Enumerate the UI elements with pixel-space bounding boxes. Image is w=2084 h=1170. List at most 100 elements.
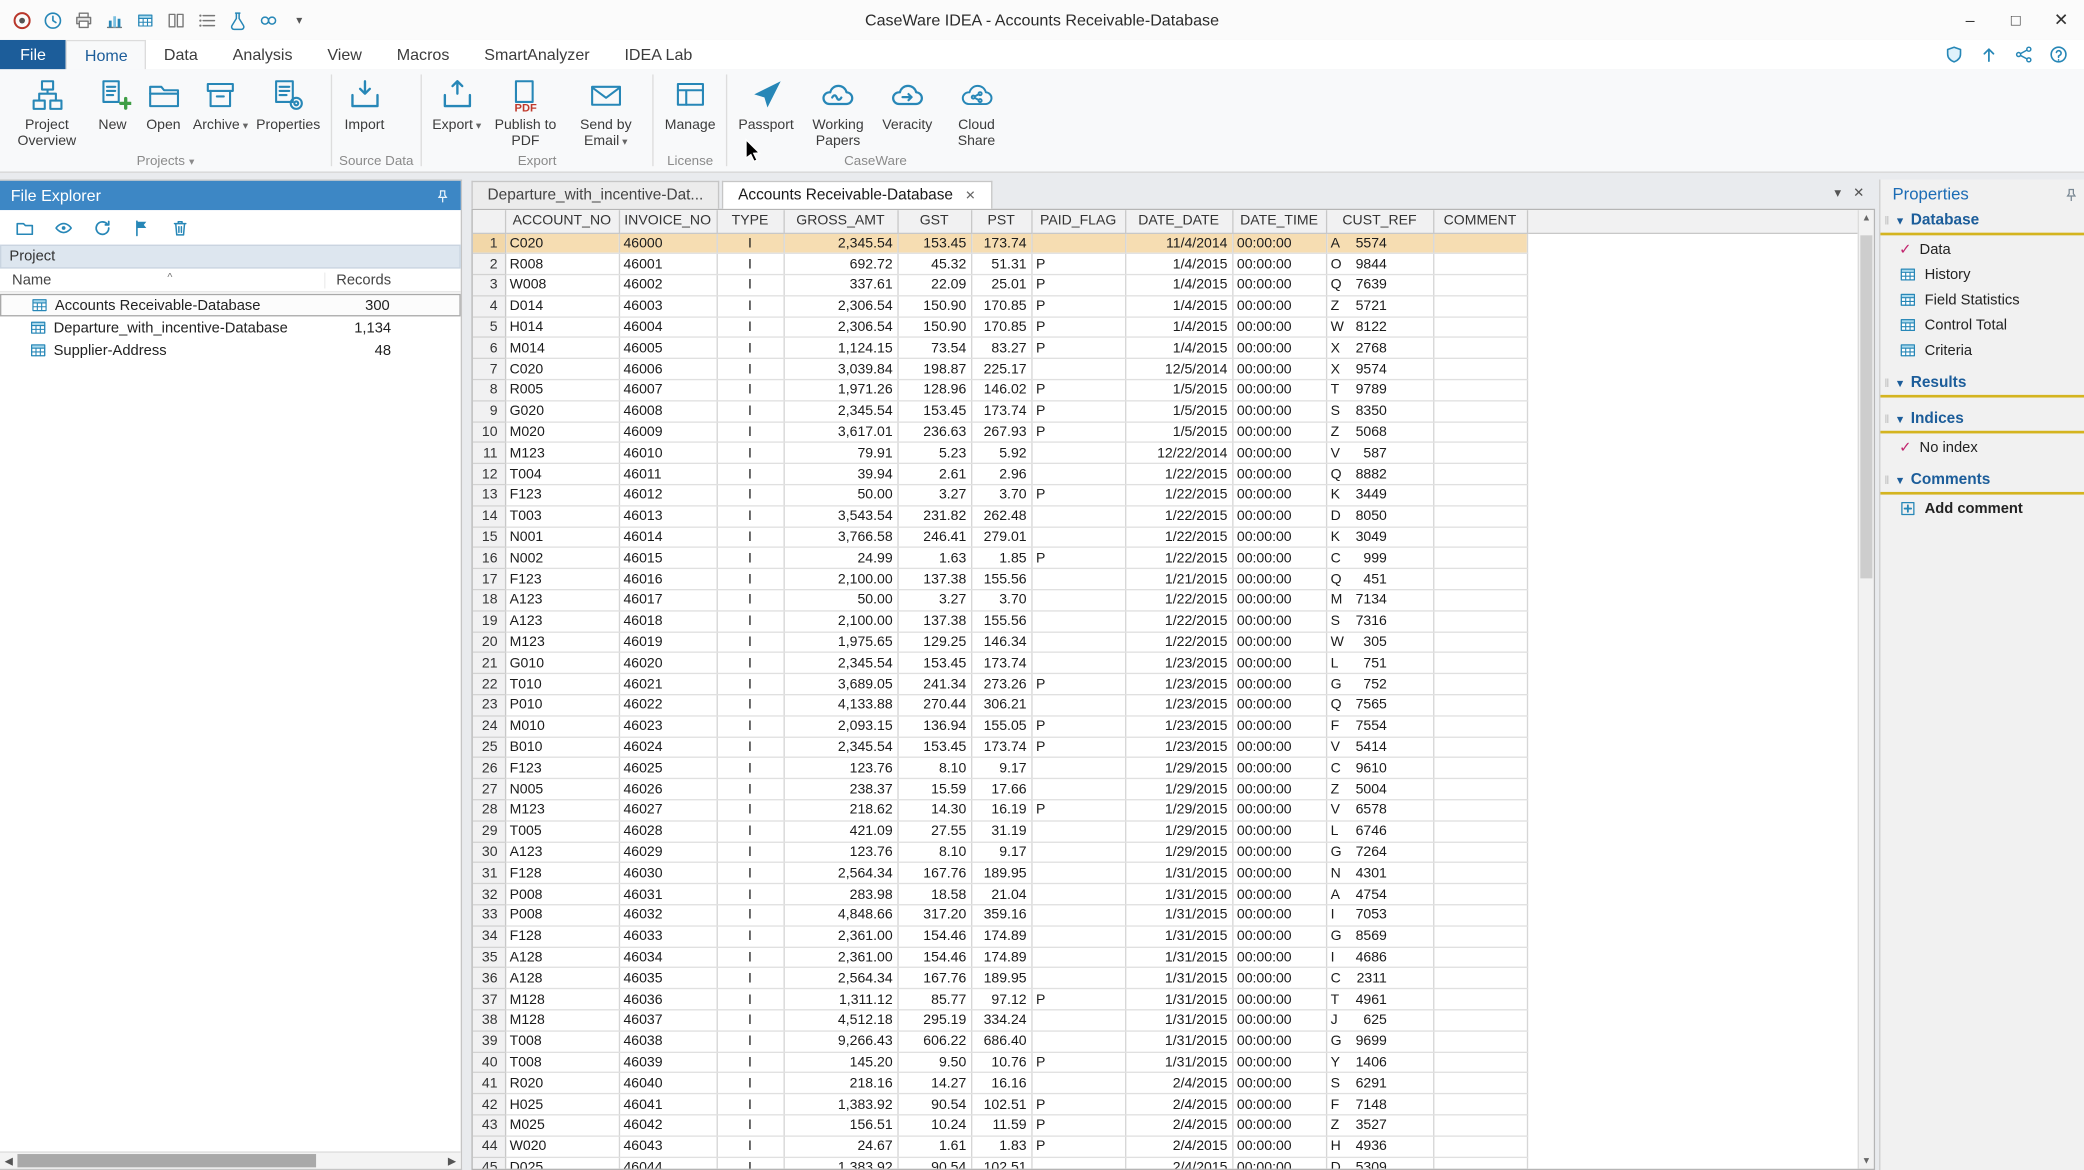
row-number[interactable]: 33 (473, 905, 505, 926)
cell[interactable]: 1/31/2015 (1125, 905, 1232, 926)
cell[interactable]: 00:00:00 (1232, 821, 1326, 842)
cell[interactable]: C9610 (1326, 758, 1433, 779)
cell[interactable]: 145.20 (784, 1052, 898, 1073)
cell[interactable]: 146.34 (971, 632, 1031, 653)
cell[interactable]: I4686 (1326, 947, 1433, 968)
cell[interactable]: 46016 (619, 569, 717, 590)
cell[interactable]: 1/5/2015 (1125, 380, 1232, 401)
cell[interactable]: D5309 (1326, 1157, 1433, 1169)
cell[interactable] (1433, 275, 1527, 296)
cell[interactable]: 1/22/2015 (1125, 590, 1232, 611)
cell[interactable]: 00:00:00 (1232, 275, 1326, 296)
row-number[interactable]: 22 (473, 674, 505, 695)
cell[interactable]: 9.17 (971, 758, 1031, 779)
cell[interactable]: I (717, 338, 784, 359)
cell[interactable]: 46010 (619, 443, 717, 464)
cell[interactable] (1031, 1031, 1125, 1052)
cell[interactable]: C020 (505, 359, 619, 380)
cell[interactable]: S7316 (1326, 611, 1433, 632)
cell[interactable]: 1/22/2015 (1125, 485, 1232, 506)
cell[interactable]: 24.99 (784, 548, 898, 569)
row-number[interactable]: 39 (473, 1031, 505, 1052)
cell[interactable]: 24.67 (784, 1136, 898, 1157)
ribbon-button-import[interactable]: Import (339, 69, 390, 133)
cell[interactable]: 2/4/2015 (1125, 1115, 1232, 1136)
cell[interactable]: 46035 (619, 968, 717, 989)
ribbon-button-open[interactable]: Open (138, 69, 189, 133)
cell[interactable]: H014 (505, 317, 619, 338)
cell[interactable]: 46018 (619, 611, 717, 632)
cell[interactable]: 46024 (619, 737, 717, 758)
close-button[interactable]: ✕ (2038, 0, 2084, 40)
row-number[interactable]: 8 (473, 380, 505, 401)
cell[interactable]: 2/4/2015 (1125, 1073, 1232, 1094)
cell[interactable]: P (1031, 1052, 1125, 1073)
cell[interactable]: 2,361.00 (784, 947, 898, 968)
ribbon-button-archive[interactable]: Archive ▾ (189, 69, 252, 133)
cell[interactable]: 1/31/2015 (1125, 884, 1232, 905)
cell[interactable] (1433, 590, 1527, 611)
cell[interactable]: 00:00:00 (1232, 527, 1326, 548)
preview-icon[interactable] (52, 217, 73, 238)
cell[interactable]: 00:00:00 (1232, 653, 1326, 674)
cell[interactable] (1433, 800, 1527, 821)
cell[interactable] (1433, 1073, 1527, 1094)
property-item-add-comment[interactable]: Add comment (1880, 497, 2084, 520)
cell[interactable]: 51.31 (971, 254, 1031, 275)
cell[interactable]: 16.19 (971, 800, 1031, 821)
cell[interactable]: 1/5/2015 (1125, 422, 1232, 443)
column-header-cust-ref[interactable]: CUST_REF (1326, 210, 1433, 233)
cell[interactable]: 1/21/2015 (1125, 569, 1232, 590)
cell[interactable]: 46040 (619, 1073, 717, 1094)
cell[interactable] (1433, 443, 1527, 464)
row-number[interactable]: 25 (473, 737, 505, 758)
cell[interactable]: 00:00:00 (1232, 968, 1326, 989)
scrollbar-thumb[interactable] (17, 1154, 315, 1167)
cell[interactable]: I (717, 653, 784, 674)
cell[interactable] (1031, 926, 1125, 947)
column-header-comment[interactable]: COMMENT (1433, 210, 1527, 233)
cell[interactable] (1031, 1010, 1125, 1031)
row-number[interactable]: 7 (473, 359, 505, 380)
cell[interactable]: 8.10 (897, 758, 971, 779)
cell[interactable]: P (1031, 254, 1125, 275)
cell[interactable] (1433, 821, 1527, 842)
cell[interactable]: 2,345.54 (784, 401, 898, 422)
property-item-control-total[interactable]: Control Total (1880, 314, 2084, 337)
cell[interactable]: 3,766.58 (784, 527, 898, 548)
cell[interactable]: M020 (505, 422, 619, 443)
cell[interactable]: F7554 (1326, 716, 1433, 737)
cell[interactable]: I (717, 1010, 784, 1031)
cell[interactable]: P (1031, 716, 1125, 737)
cell[interactable]: 1/23/2015 (1125, 653, 1232, 674)
cell[interactable]: 4,848.66 (784, 905, 898, 926)
ribbon-button-manage[interactable]: Manage (661, 69, 720, 133)
cell[interactable]: 00:00:00 (1232, 1052, 1326, 1073)
cell[interactable] (1031, 779, 1125, 800)
cell[interactable] (1433, 653, 1527, 674)
share-icon[interactable] (2013, 45, 2033, 65)
cell[interactable]: 1/31/2015 (1125, 926, 1232, 947)
cell[interactable]: F128 (505, 863, 619, 884)
cell[interactable]: 1/4/2015 (1125, 317, 1232, 338)
cell[interactable]: 198.87 (897, 359, 971, 380)
row-number[interactable]: 29 (473, 821, 505, 842)
row-number[interactable]: 41 (473, 1073, 505, 1094)
column-header-gross-amt[interactable]: GROSS_AMT (784, 210, 898, 233)
cell[interactable]: 279.01 (971, 527, 1031, 548)
cell[interactable]: 154.46 (897, 947, 971, 968)
cell[interactable]: F123 (505, 569, 619, 590)
cell[interactable] (1433, 905, 1527, 926)
table-icon[interactable] (134, 9, 157, 32)
cell[interactable] (1433, 989, 1527, 1010)
cell[interactable]: I (717, 968, 784, 989)
cell[interactable]: 189.95 (971, 968, 1031, 989)
scroll-up-icon[interactable]: ▲ (1859, 210, 1874, 226)
cell[interactable]: 137.38 (897, 569, 971, 590)
cell[interactable]: 306.21 (971, 695, 1031, 716)
cell[interactable] (1031, 884, 1125, 905)
cell[interactable]: Z5068 (1326, 422, 1433, 443)
cell[interactable]: M010 (505, 716, 619, 737)
cell[interactable]: 174.89 (971, 947, 1031, 968)
cell[interactable]: 170.85 (971, 317, 1031, 338)
